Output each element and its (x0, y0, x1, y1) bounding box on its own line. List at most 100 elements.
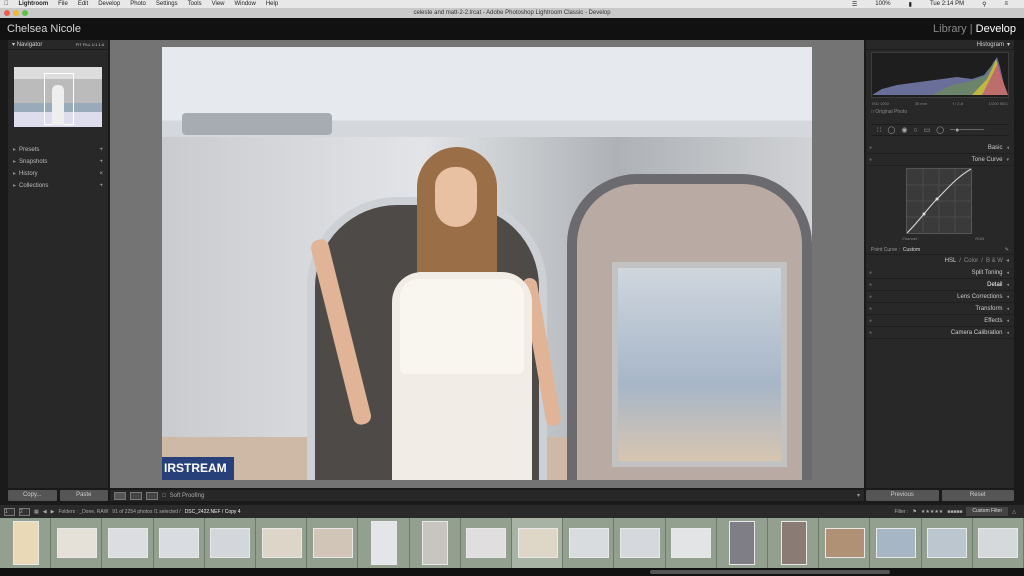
hsl-tab[interactable]: HSL (945, 255, 957, 267)
filmstrip-cell[interactable] (614, 518, 666, 568)
panel-basic[interactable]: ● Basic ◂ (866, 142, 1014, 154)
filmstrip-thumbnail[interactable] (312, 528, 353, 558)
spot-removal-icon[interactable]: ◉ (901, 126, 907, 134)
histogram-header[interactable]: Histogram ▾ (866, 40, 1014, 50)
main-photo[interactable]: IRSTREAM (162, 47, 812, 480)
red-eye-icon[interactable]: ○ (913, 127, 917, 134)
filmstrip-thumbnail[interactable] (978, 528, 1019, 558)
navigator-header[interactable]: ▾ Navigator FIT FILL 1:1 1:4 (8, 40, 108, 50)
filmstrip-cell[interactable] (870, 518, 922, 568)
minimize-window-button[interactable] (13, 10, 19, 16)
navigator-preview[interactable] (14, 67, 102, 127)
menu-window[interactable]: Window (235, 1, 256, 7)
copy-button[interactable]: Copy... (8, 490, 57, 501)
filmstrip-cell[interactable] (204, 518, 256, 568)
panel-split-toning[interactable]: ● Split Toning ◂ (866, 267, 1014, 279)
search-icon[interactable]: ⚲ (982, 1, 986, 8)
wifi-icon[interactable]: ☰ (852, 1, 857, 8)
panel-switch-icon[interactable]: ● (869, 267, 872, 279)
radial-filter-icon[interactable]: ◯ (936, 126, 944, 134)
filmstrip-thumbnail[interactable] (824, 528, 865, 558)
module-develop[interactable]: Develop (976, 23, 1016, 35)
toolbar-menu-icon[interactable]: ▾ (857, 492, 860, 499)
filmstrip-thumbnail[interactable] (107, 528, 148, 558)
panel-switch-icon[interactable]: ● (869, 303, 872, 315)
current-filename[interactable]: DSC_2422.NEF / Copy 4 (185, 509, 241, 515)
panel-collections[interactable]: ▸ Collections + (8, 180, 108, 192)
reset-button[interactable]: Reset (941, 490, 1014, 501)
filmstrip-thumbnail[interactable] (619, 528, 660, 558)
filmstrip-cell[interactable] (409, 518, 461, 568)
apple-icon[interactable]:  (4, 1, 9, 7)
back-icon[interactable]: ◀ (43, 509, 47, 515)
filmstrip-thumbnail[interactable] (370, 521, 397, 565)
histogram[interactable]: ISO 1000 35 mm f / 2.8 1/200 SEC (871, 52, 1009, 106)
paste-button[interactable]: Paste (59, 490, 108, 501)
panel-switch-icon[interactable]: ● (869, 142, 872, 154)
filmstrip-thumbnail[interactable] (517, 528, 558, 558)
zoom-fit[interactable]: FIT (76, 42, 82, 47)
filmstrip-cell[interactable] (358, 518, 410, 568)
filmstrip-cell[interactable] (512, 518, 564, 568)
grid-icon[interactable]: ∷ (877, 126, 881, 134)
panel-transform[interactable]: ● Transform ◂ (866, 303, 1014, 315)
battery-percent[interactable]: 100% (875, 1, 890, 7)
zoom-fill[interactable]: FILL (83, 42, 91, 47)
panel-detail[interactable]: ● Detail ◂ (866, 279, 1014, 291)
filmstrip-thumbnail[interactable] (56, 528, 97, 558)
filmstrip-cell[interactable] (256, 518, 308, 568)
before-after-icon[interactable] (130, 491, 142, 500)
panel-switch-icon[interactable]: ● (869, 154, 872, 166)
filmstrip-cell[interactable] (921, 518, 973, 568)
zoom-window-button[interactable] (22, 10, 28, 16)
graduated-filter-icon[interactable]: ▭ (924, 126, 931, 134)
image-canvas[interactable]: IRSTREAM (110, 40, 864, 488)
color-label-filter-icon[interactable]: ■■■■■ (947, 509, 962, 515)
filmstrip[interactable] (0, 518, 1024, 568)
panel-switch-icon[interactable]: ● (869, 327, 872, 339)
filmstrip-cell[interactable] (51, 518, 103, 568)
previous-button[interactable]: Previous (866, 490, 939, 501)
forward-icon[interactable]: ▶ (51, 509, 55, 515)
add-preset-icon[interactable]: + (99, 144, 103, 156)
panel-hsl[interactable]: HSL / Color / B & W ◂ (866, 255, 1014, 267)
filmstrip-thumbnail[interactable] (927, 528, 968, 558)
soft-proofing-checkbox[interactable]: □ (162, 493, 166, 499)
filmstrip-cell[interactable] (0, 518, 52, 568)
menu-help[interactable]: Help (266, 1, 278, 7)
filmstrip-thumbnail[interactable] (729, 521, 756, 565)
filmstrip-thumbnail[interactable] (261, 528, 302, 558)
panel-tone-curve[interactable]: ● Tone Curve ▾ (866, 154, 1014, 166)
tone-curve-graph[interactable] (906, 168, 972, 234)
menu-list-icon[interactable]: ≡ (1004, 1, 1008, 7)
before-after-split-icon[interactable] (146, 491, 158, 500)
loupe-view-icon[interactable] (114, 491, 126, 500)
filmstrip-cell[interactable] (153, 518, 205, 568)
panel-switch-icon[interactable]: ● (869, 291, 872, 303)
zoom-1-4[interactable]: 1:4 (98, 42, 104, 47)
color-tab[interactable]: Color (964, 255, 978, 267)
filmstrip-thumbnail[interactable] (780, 521, 807, 565)
filmstrip-thumbnail[interactable] (568, 528, 609, 558)
second-display-icon[interactable]: 2 (19, 507, 30, 516)
menu-file[interactable]: File (58, 1, 68, 7)
flag-filter-icon[interactable]: ⚑ (912, 509, 916, 515)
filmstrip-cell[interactable] (563, 518, 615, 568)
panel-switch-icon[interactable]: ● (869, 315, 872, 327)
brush-slider-icon[interactable]: ─●───── (950, 127, 984, 134)
filmstrip-thumbnail[interactable] (159, 528, 200, 558)
filter-lock-icon[interactable]: △ (1012, 509, 1016, 515)
filmstrip-thumbnail[interactable] (875, 528, 916, 558)
panel-presets[interactable]: ▸ Presets + (8, 144, 108, 156)
filmstrip-thumbnail[interactable] (466, 528, 507, 558)
menu-view[interactable]: View (212, 1, 225, 7)
panel-switch-icon[interactable]: ● (869, 279, 872, 291)
channel-select[interactable]: RGB (975, 236, 984, 241)
filmstrip-cell[interactable] (716, 518, 768, 568)
menu-app-lightroom[interactable]: Lightroom (19, 1, 49, 7)
menu-settings[interactable]: Settings (156, 1, 178, 7)
filmstrip-cell[interactable] (819, 518, 871, 568)
grid-view-icon[interactable]: ▦ (34, 509, 39, 515)
panel-history[interactable]: ▸ History × (8, 168, 108, 180)
panel-effects[interactable]: ● Effects ◂ (866, 315, 1014, 327)
